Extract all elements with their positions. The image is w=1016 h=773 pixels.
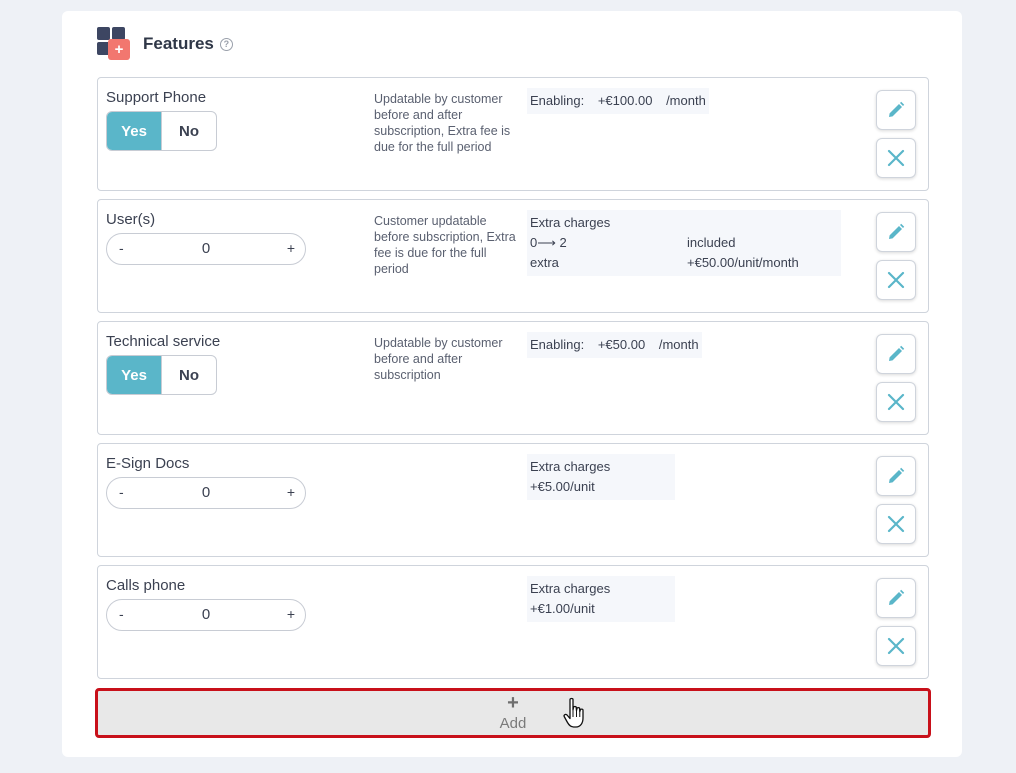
quantity-value[interactable]: 0 [107, 606, 305, 623]
quantity-stepper: - 0 + [106, 599, 306, 631]
feature-row-technical-service: Technical service Yes No Updatable by cu… [97, 321, 929, 435]
charges-price: +€50.00/unit/month [687, 255, 799, 270]
edit-button[interactable] [876, 90, 916, 130]
extra-charges-title: Extra charges [530, 459, 611, 474]
extra-charges-table: Extra charges +€1.00/unit [527, 576, 675, 622]
pencil-icon [889, 589, 905, 605]
feature-row-calls-phone: Calls phone - 0 + Extra charges +€1.00/u… [97, 565, 929, 679]
price-period: /month [666, 93, 706, 108]
plus-icon: + [507, 692, 519, 714]
pencil-icon [889, 101, 905, 117]
price-label: Enabling: [530, 93, 585, 108]
charges-row: extra +€50.00/unit/month [530, 253, 838, 273]
hand-pointer-cursor-icon [563, 697, 584, 728]
extra-charges-table: Extra charges +€5.00/unit [527, 454, 675, 500]
edit-button[interactable] [876, 334, 916, 374]
charges-row: 0⟶ 2 included [530, 233, 838, 253]
charges-price: included [687, 235, 736, 250]
delete-button[interactable] [876, 504, 916, 544]
features-logo-icon: + [97, 27, 131, 61]
increment-button[interactable]: + [287, 240, 295, 256]
pencil-icon [889, 223, 905, 239]
enabling-price: Enabling: +€50.00 /month [527, 332, 702, 358]
increment-button[interactable]: + [287, 606, 295, 622]
close-icon [887, 149, 905, 167]
feature-row-users: User(s) - 0 + Customer updatable before … [97, 199, 929, 313]
add-feature-button[interactable]: + Add [95, 688, 931, 738]
unit-price: +€1.00/unit [530, 601, 595, 616]
close-icon [887, 393, 905, 411]
feature-name: Technical service [106, 333, 221, 350]
delete-button[interactable] [876, 626, 916, 666]
feature-name: User(s) [106, 211, 156, 228]
edit-button[interactable] [876, 212, 916, 252]
price-label: Enabling: [530, 337, 585, 352]
price-amount: +€50.00 [597, 337, 646, 352]
yes-no-toggle: Yes No [106, 355, 217, 395]
yes-no-toggle: Yes No [106, 111, 217, 151]
feature-description: Updatable by customer before and after s… [374, 92, 511, 154]
extra-charges-table: Extra charges 0⟶ 2 included extra +€50.0… [527, 210, 841, 276]
price-amount: +€100.00 [597, 93, 653, 108]
charges-range: 0⟶ 2 [530, 235, 567, 250]
add-label: Add [499, 715, 527, 732]
close-icon [887, 271, 905, 289]
feature-description: Updatable by customer before and after s… [374, 336, 503, 382]
help-circle-icon[interactable]: ? [219, 37, 233, 51]
charges-range: extra [530, 255, 559, 270]
unit-price: +€5.00/unit [530, 479, 595, 494]
delete-button[interactable] [876, 382, 916, 422]
enabling-price: Enabling: +€100.00 /month [527, 88, 709, 114]
toggle-no-button[interactable]: No [161, 112, 216, 150]
features-card: + Features ? Support Phone Yes No Updata… [62, 11, 962, 757]
quantity-value[interactable]: 0 [107, 484, 305, 501]
feature-description: Customer updatable before subscription, … [374, 214, 516, 276]
feature-name: Support Phone [106, 89, 207, 106]
edit-button[interactable] [876, 456, 916, 496]
edit-button[interactable] [876, 578, 916, 618]
feature-row-e-sign-docs: E-Sign Docs - 0 + Extra charges +€5.00/u… [97, 443, 929, 557]
delete-button[interactable] [876, 138, 916, 178]
toggle-yes-button[interactable]: Yes [107, 356, 161, 394]
close-icon [887, 637, 905, 655]
feature-name: Calls phone [106, 577, 186, 594]
price-period: /month [658, 337, 699, 352]
features-header: + Features ? [97, 27, 233, 61]
extra-charges-title: Extra charges [530, 215, 611, 230]
quantity-value[interactable]: 0 [107, 240, 305, 257]
quantity-stepper: - 0 + [106, 477, 306, 509]
page-title: Features [143, 34, 214, 53]
extra-charges-title: Extra charges [530, 581, 611, 596]
close-icon [887, 515, 905, 533]
feature-row-support-phone: Support Phone Yes No Updatable by custom… [97, 77, 929, 191]
pencil-icon [889, 467, 905, 483]
feature-name: E-Sign Docs [106, 455, 190, 472]
toggle-no-button[interactable]: No [161, 356, 216, 394]
pencil-icon [889, 345, 905, 361]
delete-button[interactable] [876, 260, 916, 300]
quantity-stepper: - 0 + [106, 233, 306, 265]
toggle-yes-button[interactable]: Yes [107, 112, 161, 150]
increment-button[interactable]: + [287, 484, 295, 500]
